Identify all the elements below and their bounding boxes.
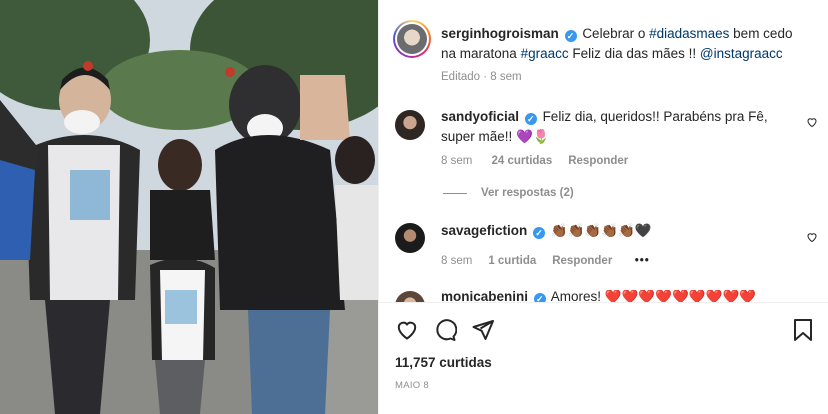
view-replies-label: Ver respostas (2) (481, 187, 574, 199)
comment-username[interactable]: monicabenini (441, 290, 528, 302)
comment-username[interactable]: savagefiction (441, 223, 527, 238)
mention-instagraacc[interactable]: @instagraacc (700, 46, 783, 61)
comment-likes[interactable]: 24 curtidas (492, 155, 553, 167)
post-caption: serginhogroisman ✓ Celebrar o #diadasmae… (441, 24, 801, 64)
reply-button[interactable]: Responder (552, 255, 612, 267)
comment-clip: monicabenini ✓ Amores! ❤️❤️❤️❤️❤️❤️❤️❤️❤… (379, 290, 828, 302)
verified-badge-icon: ✓ (533, 293, 546, 302)
author-username[interactable]: serginhogroisman (441, 26, 559, 41)
commenter-avatar[interactable] (395, 291, 425, 302)
reply-button[interactable]: Responder (568, 155, 628, 167)
caption-text-3: Feliz dia das mães !! (568, 46, 700, 61)
comment-text: Amores! ❤️❤️❤️❤️❤️❤️❤️❤️❤️ (550, 290, 757, 302)
caption-text-1: Celebrar o (582, 26, 650, 41)
verified-badge-icon: ✓ (524, 113, 537, 125)
comment-icon[interactable] (433, 318, 457, 342)
more-options-icon[interactable]: ••• (635, 255, 650, 267)
caption-age: 8 sem (490, 71, 522, 83)
comment-age: 8 sem (441, 255, 473, 267)
author-avatar[interactable] (393, 20, 431, 58)
heart-icon[interactable] (395, 318, 419, 342)
comment-username[interactable]: sandyoficial (441, 109, 519, 124)
bookmark-icon[interactable] (792, 318, 814, 342)
post-photo (0, 0, 378, 414)
post-date: MAIO 8 (395, 380, 430, 391)
replies-line (443, 192, 467, 194)
heart-icon[interactable] (806, 116, 818, 128)
comment: savagefiction ✓ 👏🏾👏🏾👏🏾👏🏾👏🏾🖤 (441, 221, 786, 241)
edited-label: Editado (441, 71, 481, 83)
verified-badge-icon: ✓ (564, 30, 577, 42)
divider (379, 302, 828, 303)
marathon-photo (0, 0, 378, 414)
caption-meta: Editado · 8 sem (441, 71, 522, 83)
action-bar (395, 318, 495, 342)
comment-age: 8 sem (441, 155, 473, 167)
commenter-avatar[interactable] (395, 223, 425, 253)
share-icon[interactable] (471, 318, 495, 342)
hashtag-graacc[interactable]: #graacc (521, 46, 569, 61)
commenter-avatar[interactable] (395, 110, 425, 140)
comment-meta: 8 sem 1 curtida Responder ••• (441, 255, 650, 267)
view-replies-button[interactable]: Ver respostas (2) (443, 187, 574, 199)
bookmark-button[interactable] (792, 318, 814, 342)
likes-count[interactable]: 11,757 curtidas (395, 355, 492, 370)
comment: monicabenini ✓ Amores! ❤️❤️❤️❤️❤️❤️❤️❤️❤… (441, 290, 786, 302)
comment-text: 👏🏾👏🏾👏🏾👏🏾👏🏾🖤 (550, 223, 652, 238)
comment-meta: 8 sem 24 curtidas Responder (441, 155, 628, 167)
verified-badge-icon: ✓ (533, 227, 546, 239)
comment-likes[interactable]: 1 curtida (488, 255, 536, 267)
post-panel: serginhogroisman ✓ Celebrar o #diadasmae… (378, 0, 828, 414)
comment: sandyoficial ✓ Feliz dia, queridos!! Par… (441, 107, 786, 147)
heart-icon[interactable] (806, 231, 818, 243)
hashtag-diadasmaes[interactable]: #diadasmaes (649, 26, 729, 41)
